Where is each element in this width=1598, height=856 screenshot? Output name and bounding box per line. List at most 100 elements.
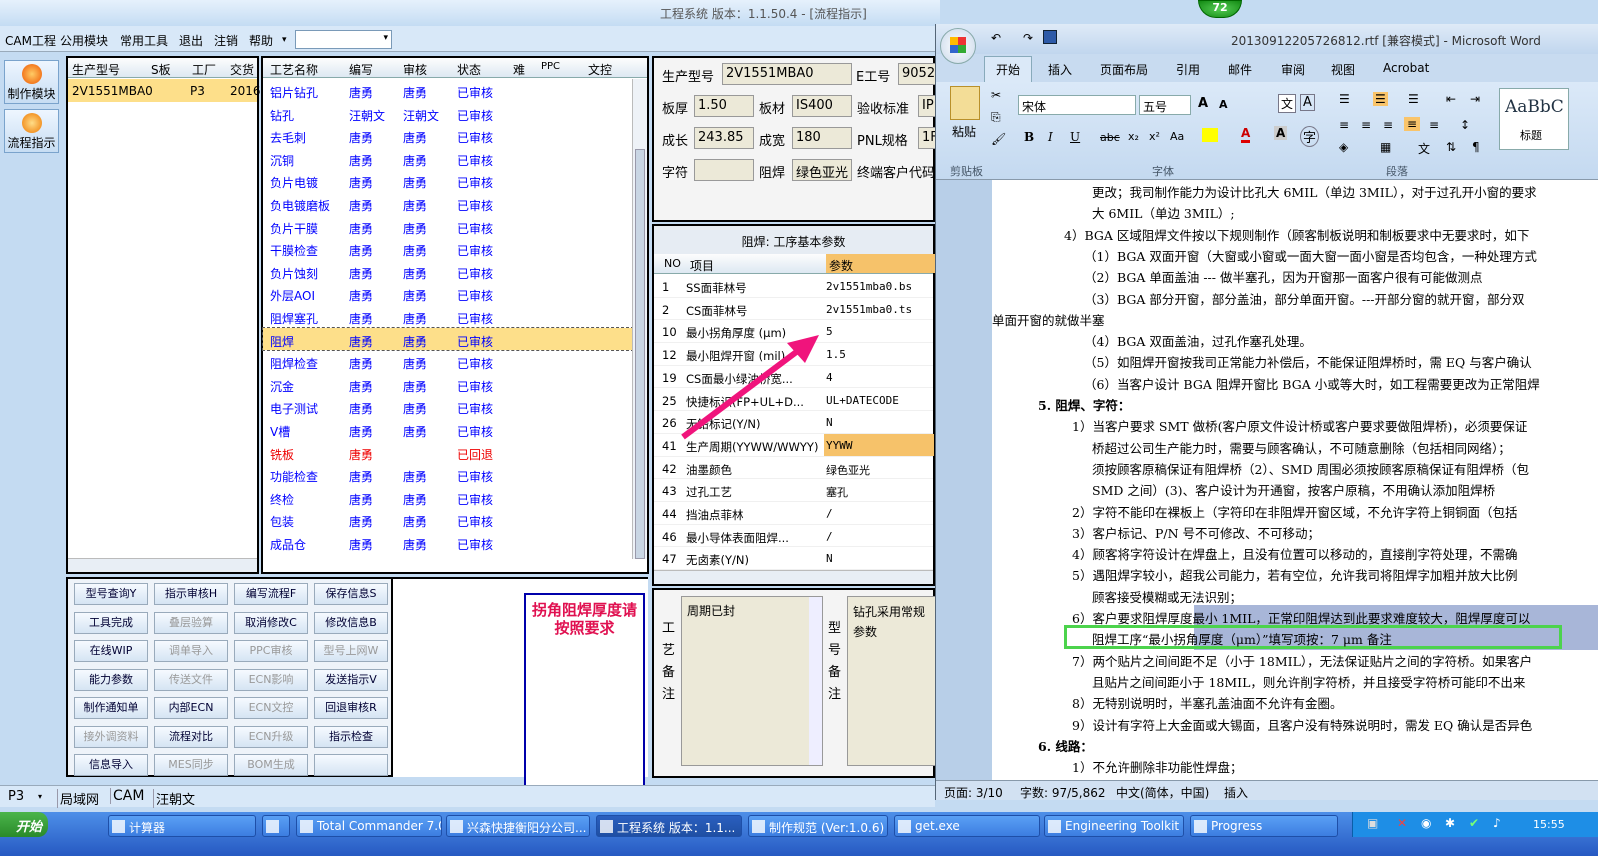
phonetic-icon[interactable]: 文: [1278, 94, 1297, 113]
chevron-down-icon[interactable]: ▾: [38, 792, 42, 801]
taskbar-item[interactable]: 制作规范 (Ver:1.0.6): [748, 815, 888, 837]
action-button[interactable]: ECN影响: [234, 668, 308, 691]
action-button[interactable]: PPC审核: [234, 640, 308, 662]
horizontal-scrollbar[interactable]: [68, 558, 257, 572]
process-row[interactable]: 铝片钻孔 唐勇 唐勇 已审核: [263, 79, 633, 102]
action-button[interactable]: 指示审核H: [154, 583, 228, 605]
highlight-icon[interactable]: [1202, 128, 1218, 142]
param-row[interactable]: 47 无卤素(Y/N) N: [654, 547, 933, 571]
bold-icon[interactable]: B: [1024, 130, 1034, 144]
start-button[interactable]: 开始: [0, 812, 48, 837]
tray-icon[interactable]: ♪: [1493, 816, 1501, 830]
taskbar-item[interactable]: get.exe: [894, 815, 1040, 837]
office-button[interactable]: [940, 28, 976, 64]
action-button[interactable]: 接外调资料: [74, 725, 148, 748]
param-row[interactable]: 2 CS面菲林号 2v1551mba0.ts: [654, 298, 933, 321]
action-button[interactable]: [314, 754, 388, 776]
process-row[interactable]: 去毛刺 唐勇 唐勇 已审核: [263, 124, 633, 147]
tab-mailings[interactable]: 邮件: [1228, 61, 1252, 78]
material-field[interactable]: IS400: [792, 95, 852, 117]
process-row[interactable]: V槽 唐勇 唐勇 已审核: [263, 418, 633, 441]
chevron-down-icon[interactable]: ▾: [282, 35, 287, 45]
action-button[interactable]: 在线WIP: [74, 640, 148, 662]
style-normal[interactable]: AaBbC 标题: [1499, 88, 1569, 150]
param-row[interactable]: 1 SS面菲林号 2v1551mba0.bs: [654, 275, 933, 298]
menu-tools[interactable]: 常用工具: [120, 32, 168, 49]
param-row[interactable]: 42 油墨颜色 绿色亚光: [654, 457, 933, 480]
action-button[interactable]: 内部ECN: [154, 697, 228, 719]
menu-help[interactable]: 帮助: [249, 32, 273, 49]
process-row[interactable]: 包装 唐勇 唐勇 已审核: [263, 508, 633, 531]
action-button[interactable]: 发送指示V: [314, 668, 388, 691]
tray-icon[interactable]: ▣: [1367, 816, 1378, 830]
increase-indent-icon[interactable]: ⇥: [1470, 92, 1480, 106]
action-button[interactable]: ECN升级: [234, 725, 308, 748]
process-row[interactable]: 沉铜 唐勇 唐勇 已审核: [263, 147, 633, 170]
action-button[interactable]: 调单导入: [154, 640, 228, 662]
model-row[interactable]: 2V1551MBA0 P3 2016: [68, 79, 261, 102]
process-row[interactable]: 沉金 唐勇 唐勇 已审核: [263, 373, 633, 396]
process-row[interactable]: 功能检查 唐勇 唐勇 已审核: [263, 463, 633, 486]
shading-icon[interactable]: ◈: [1339, 140, 1348, 154]
font-color-icon[interactable]: A: [1241, 126, 1251, 143]
tab-insert[interactable]: 插入: [1048, 61, 1072, 78]
process-row[interactable]: 负电镀磨板 唐勇 唐勇 已审核: [263, 192, 633, 215]
process-row[interactable]: 电子测试 唐勇 唐勇 已审核: [263, 395, 633, 418]
numbering-icon[interactable]: ☰: [1373, 92, 1388, 106]
taskbar-item[interactable]: 计算器: [108, 815, 256, 837]
model-remark-field[interactable]: 钻孔采用常规参数: [847, 596, 937, 766]
process-row[interactable]: 外层AOI 唐勇 唐勇 已审核: [263, 282, 633, 305]
tray-icon[interactable]: ✱: [1445, 816, 1455, 830]
superscript-icon[interactable]: x²: [1149, 130, 1160, 143]
sort-icon[interactable]: ⇅: [1446, 140, 1456, 154]
copy-icon[interactable]: ⎘: [991, 110, 1001, 125]
save-icon[interactable]: [1043, 30, 1057, 44]
bullets-icon[interactable]: ☰: [1339, 92, 1350, 106]
action-button[interactable]: 制作通知单: [74, 697, 148, 719]
chinese-layout-icon[interactable]: 文: [1418, 140, 1430, 157]
param-row[interactable]: 44 挡油点菲林 /: [654, 502, 933, 525]
action-button[interactable]: 工具完成: [74, 611, 148, 634]
tray-icon[interactable]: ✔: [1469, 816, 1479, 830]
tray-icon[interactable]: ◉: [1421, 816, 1431, 830]
length-field[interactable]: 243.85: [694, 127, 754, 149]
vertical-scrollbar[interactable]: [809, 597, 822, 765]
change-case-icon[interactable]: Aa: [1170, 130, 1184, 143]
vertical-scrollbar[interactable]: [632, 79, 647, 559]
underline-icon[interactable]: U: [1070, 130, 1080, 144]
align-left-icon[interactable]: ≡: [1339, 118, 1349, 132]
action-button[interactable]: 修改信息B: [314, 611, 388, 634]
action-button[interactable]: 信息导入: [74, 754, 148, 776]
taskbar-item[interactable]: 工程系统 版本：1.1...: [596, 815, 742, 837]
action-button[interactable]: 回退审核R: [314, 697, 388, 719]
redo-icon[interactable]: ↷: [1023, 31, 1033, 45]
action-button[interactable]: 型号查询Y: [74, 583, 148, 605]
scroll-thumb[interactable]: [635, 149, 645, 559]
cut-icon[interactable]: ✂: [991, 88, 1001, 102]
char-field[interactable]: [694, 159, 754, 181]
format-painter-icon[interactable]: 🖌: [991, 132, 1006, 146]
e-number-field[interactable]: 9052: [898, 63, 938, 85]
char-shading-icon[interactable]: A: [1274, 126, 1288, 140]
thickness-field[interactable]: 1.50: [694, 95, 754, 117]
char-border-icon[interactable]: A: [1300, 94, 1315, 111]
taskbar-item[interactable]: Engineering Toolkit 9.0...: [1044, 815, 1184, 837]
tab-references[interactable]: 引用: [1176, 61, 1200, 78]
width-field[interactable]: 180: [792, 127, 852, 149]
action-button[interactable]: BOM生成: [234, 754, 308, 776]
nav-make-module[interactable]: 制作模块: [4, 60, 59, 104]
menu-logout[interactable]: 注销: [214, 32, 238, 49]
action-button[interactable]: 流程对比: [154, 725, 228, 748]
process-row[interactable]: 阻焊检查 唐勇 唐勇 已审核: [263, 350, 633, 373]
strikethrough-icon[interactable]: abc: [1100, 131, 1120, 144]
horizontal-scrollbar[interactable]: [654, 570, 933, 584]
taskbar-item[interactable]: Total Commander 7.0 ...: [296, 815, 442, 837]
multilevel-icon[interactable]: ☰: [1408, 92, 1419, 106]
tray-icon[interactable]: ✕: [1397, 816, 1407, 830]
taskbar-item[interactable]: Progress: [1190, 815, 1338, 837]
justify-icon[interactable]: ≡: [1404, 117, 1421, 131]
grow-font-icon[interactable]: A: [1198, 96, 1208, 111]
taskbar-item[interactable]: 兴森快捷衡阳分公司...: [446, 815, 590, 837]
action-button[interactable]: 取消修改C: [234, 611, 308, 634]
enclose-char-icon[interactable]: 字: [1300, 126, 1320, 147]
